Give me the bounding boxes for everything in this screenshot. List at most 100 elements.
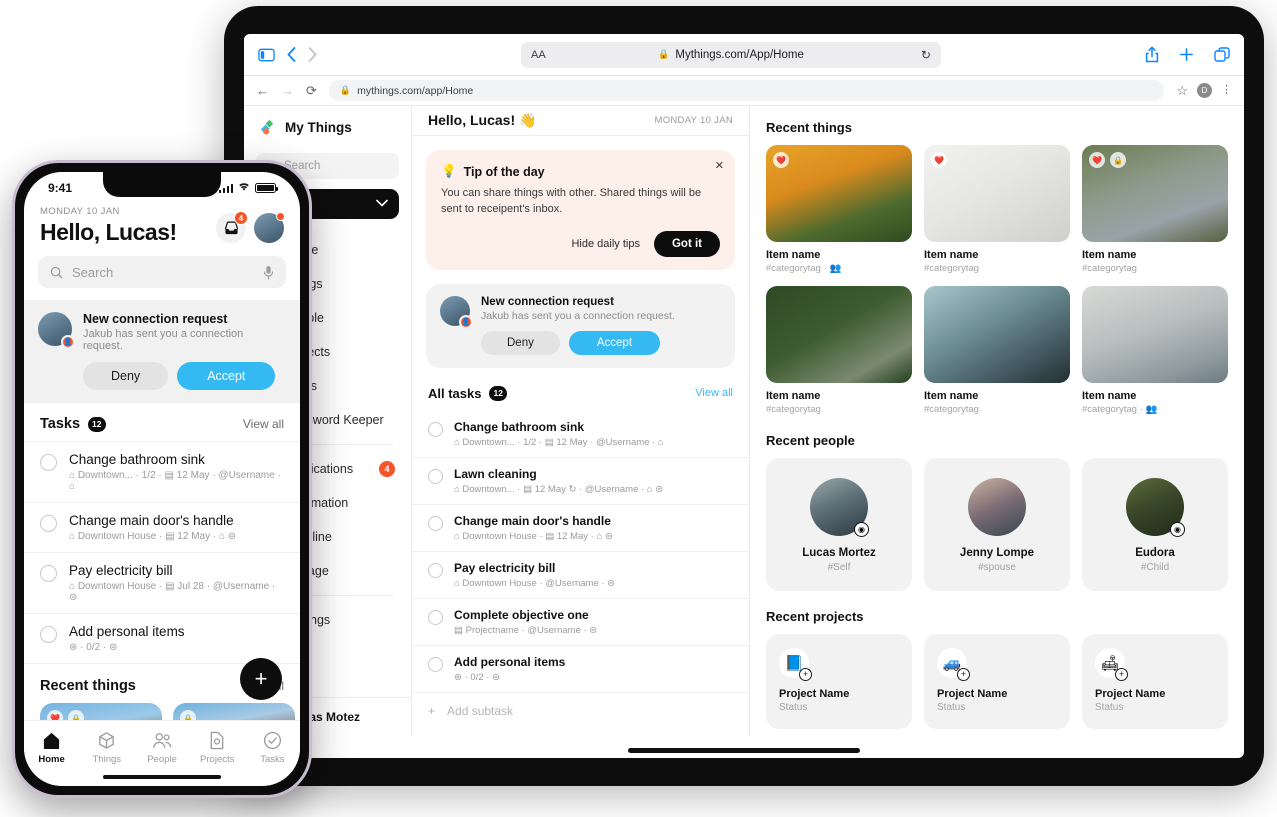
table-row[interactable]: Lawn cleaning ⌂ Downtown... · ▤ 12 May ↻… (412, 456, 749, 504)
list-item[interactable]: 🚙 + Project Name Status (924, 634, 1070, 729)
tab-people[interactable]: People (134, 729, 189, 765)
avatar: 👤 (440, 295, 473, 329)
list-item[interactable]: 📘 + Project Name Status (766, 634, 912, 729)
thing-thumbnail[interactable]: ❤️ (924, 145, 1070, 242)
thing-thumbnail[interactable] (924, 286, 1070, 383)
thing-thumbnail[interactable] (1082, 286, 1228, 383)
add-subtask-label: Add subtask (447, 703, 514, 718)
phone-device: 9:41 MONDAY 10 JAN Hello, Lucas! 4 Searc… (12, 160, 312, 798)
list-item[interactable]: ◉ Lucas Mortez #Self (766, 458, 912, 591)
list-item[interactable]: ◉ Eudora #Child (1082, 458, 1228, 591)
task-checkbox[interactable] (40, 626, 57, 643)
person-name: Eudora (1135, 547, 1175, 559)
accept-button[interactable]: Accept (568, 330, 661, 355)
table-row[interactable]: Pay electricity bill ⌂ Downtown House · … (412, 550, 749, 598)
task-checkbox[interactable] (428, 562, 443, 578)
chrome-forward-icon[interactable]: → (281, 83, 294, 98)
list-item[interactable]: Change main door's handle ⌂ Downtown Hou… (24, 502, 300, 552)
table-row[interactable]: Change main door's handle ⌂ Downtown Hou… (412, 503, 749, 551)
forward-icon[interactable] (308, 47, 317, 62)
safari-toolbar: AA 🔒 Mythings.com/App/Home ↻ (244, 34, 1244, 76)
list-item[interactable]: Item name #categorytag · 👥 (1082, 286, 1228, 415)
thing-tag: #categorytag (924, 404, 979, 415)
thing-thumbnail[interactable]: ❤️ 🔒 (1082, 145, 1228, 242)
table-row[interactable]: Complete objective one ▤ Projectname · @… (412, 597, 749, 645)
close-icon[interactable]: ✕ (715, 159, 724, 172)
safari-address-bar[interactable]: AA 🔒 Mythings.com/App/Home ↻ (521, 41, 941, 68)
list-item[interactable]: ❤️ 🔒 Item name #categorytag (1082, 145, 1228, 274)
connection-actions: Deny Accept (481, 330, 721, 355)
chrome-reload-icon[interactable]: ⟳ (306, 83, 317, 99)
list-item[interactable]: Item name #categorytag (924, 286, 1070, 415)
back-icon[interactable] (287, 47, 296, 62)
list-item[interactable]: 🛋 + Project Name Status (1082, 634, 1228, 729)
list-item[interactable]: Pay electricity bill ⌂ Downtown House · … (24, 552, 300, 613)
recent-things-title: Recent things (766, 120, 852, 135)
plus-icon: + (957, 668, 970, 681)
task-checkbox[interactable] (428, 421, 443, 437)
brand[interactable]: My Things (244, 106, 411, 149)
status-badge: Status (1095, 702, 1124, 713)
list-item[interactable]: Jenny Lompe #spouse (924, 458, 1070, 591)
view-all-tasks-link[interactable]: View all (695, 387, 733, 399)
status-badge: Status (937, 702, 966, 713)
view-all-tasks-link[interactable]: View all (243, 417, 284, 431)
phone-home-indicator[interactable] (103, 774, 221, 779)
thing-thumbnail[interactable] (766, 286, 912, 383)
sidebar-toggle-icon[interactable] (258, 48, 275, 62)
list-item[interactable]: ❤️ Item name #categorytag (924, 145, 1070, 274)
task-checkbox[interactable] (40, 565, 57, 582)
tabs-icon[interactable] (1214, 46, 1230, 63)
chrome-profile-avatar[interactable]: D (1197, 83, 1212, 98)
task-checkbox[interactable] (40, 515, 57, 532)
tab-home[interactable]: Home (24, 729, 79, 765)
list-item[interactable]: Item name #categorytag (766, 286, 912, 415)
add-subtask-button[interactable]: + Add subtask (412, 691, 749, 729)
text-size-button[interactable]: AA (531, 49, 546, 61)
share-icon[interactable] (1145, 46, 1159, 63)
hide-daily-tips-button[interactable]: Hide daily tips (571, 238, 639, 250)
thing-thumbnail[interactable]: ❤️ (766, 145, 912, 242)
got-it-button[interactable]: Got it (653, 230, 720, 257)
task-checkbox[interactable] (428, 609, 443, 625)
heart-icon: ❤️ (931, 152, 947, 168)
tasks-title: Tasks (40, 416, 81, 432)
table-row[interactable]: Change bathroom sink ⌂ Downtown... · 1/2… (412, 411, 749, 457)
deny-button[interactable]: Deny (481, 330, 560, 355)
accept-button[interactable]: Accept (177, 362, 276, 390)
new-tab-plus-icon[interactable] (1179, 47, 1194, 62)
tip-body: You can share things with other. Shared … (441, 187, 702, 215)
ipad-home-indicator[interactable] (628, 748, 860, 753)
table-row[interactable]: Add personal items ⊛ · 0/2 · ⊜ (412, 644, 749, 692)
check-circle-icon (245, 729, 300, 751)
thing-tag: #categorytag (766, 404, 821, 415)
thing-tag-row: #categorytag · 👥 (766, 263, 912, 274)
task-checkbox[interactable] (428, 656, 443, 672)
thing-name: Item name (1082, 390, 1137, 402)
tab-projects[interactable]: Projects (190, 729, 245, 765)
chrome-back-icon[interactable]: ← (256, 83, 269, 98)
chrome-omnibox[interactable]: 🔒 mythings.com/app/Home (328, 80, 1165, 101)
avatar[interactable] (254, 212, 285, 243)
tip-title-row: 💡 Tip of the day (441, 164, 720, 179)
task-checkbox[interactable] (428, 515, 443, 531)
reload-icon[interactable]: ↻ (921, 48, 931, 62)
task-checkbox[interactable] (40, 454, 57, 471)
deny-button[interactable]: Deny (83, 362, 169, 390)
add-button[interactable]: + (240, 658, 282, 700)
list-item[interactable]: ❤️ Item name #categorytag · 👥 (766, 145, 912, 274)
all-tasks-header: All tasks 12 View all (412, 368, 749, 411)
app-middle-column: Hello, Lucas! 👋 MONDAY 10 JAN ✕ 💡 Tip of… (412, 106, 750, 736)
list-item[interactable]: Change bathroom sink ⌂ Downtown... · 1/2… (24, 441, 300, 502)
connection-title: New connection request (83, 312, 228, 326)
bookmark-star-icon[interactable]: ☆ (1176, 83, 1188, 99)
search-input[interactable]: Search (38, 256, 286, 288)
task-checkbox[interactable] (428, 468, 443, 484)
tab-things[interactable]: Things (79, 729, 134, 765)
kebab-menu-icon[interactable]: ⋮ (1221, 85, 1232, 95)
list-item[interactable]: Add personal items ⊛ · 0/2 · ⊜ (24, 613, 300, 663)
tab-tasks[interactable]: Tasks (245, 729, 300, 765)
inbox-button[interactable]: 4 (216, 211, 248, 243)
person-add-icon: 👤 (61, 335, 75, 349)
task-meta: ⌂ Downtown House · ▤ 12 May · ⌂ ⊜ (454, 530, 613, 542)
